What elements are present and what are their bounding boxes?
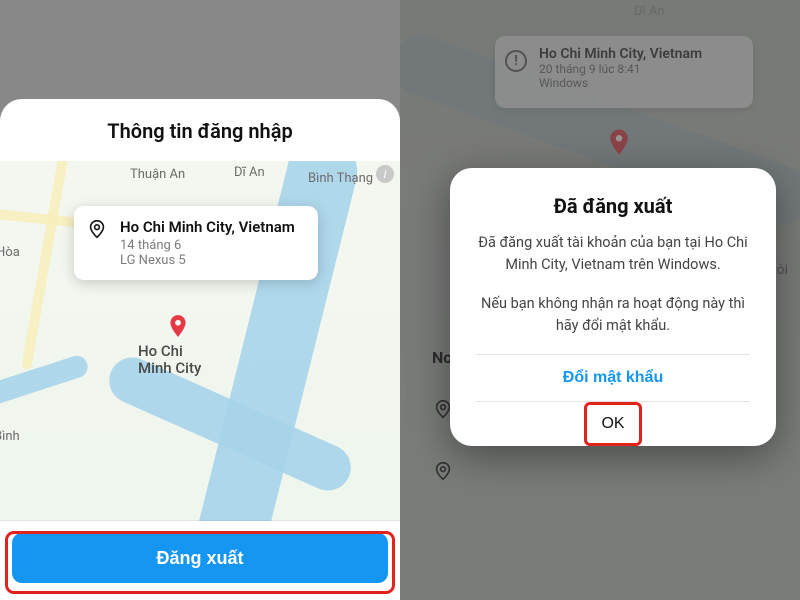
modal-actions: OK xyxy=(476,401,750,446)
map-label-hoa: Hòa xyxy=(0,245,20,260)
map-label-thuan-an: Thuận An xyxy=(130,167,185,182)
right-screenshot: Dĩ An ! Ho Chi Minh City, Vietnam 20 thá… xyxy=(400,0,800,600)
modal-body: Đã đăng xuất tài khoản của bạn tại Ho Ch… xyxy=(476,232,750,338)
highlight-frame: OK xyxy=(584,402,641,446)
ok-button[interactable]: OK xyxy=(587,407,638,441)
modal-paragraph: Nếu bạn không nhận ra hoạt động này thì … xyxy=(476,293,750,338)
map-river xyxy=(0,353,90,411)
map-view[interactable]: Thuận An Dĩ An Bình Thạng Hòa Bình i Ho … xyxy=(0,161,400,521)
map-city-label: Ho Chi Minh City xyxy=(138,343,228,376)
logout-button[interactable]: Đăng xuất xyxy=(12,533,388,583)
login-info-panel: Thông tin đăng nhập Thuận An Dĩ An Bình … xyxy=(0,99,400,600)
change-password-button[interactable]: Đổi mật khẩu xyxy=(476,354,750,401)
session-device: LG Nexus 5 xyxy=(120,253,306,268)
map-label-binh-thang: Bình Thạng xyxy=(308,171,373,186)
left-screenshot: Thông tin đăng nhập Thuận An Dĩ An Bình … xyxy=(0,0,400,600)
panel-footer: Đăng xuất xyxy=(0,521,400,600)
map-road xyxy=(21,161,69,370)
modal-title: Đã đăng xuất xyxy=(476,194,750,218)
session-card[interactable]: Ho Chi Minh City, Vietnam 14 tháng 6 LG … xyxy=(74,206,318,280)
session-date: 14 tháng 6 xyxy=(120,238,306,253)
logout-confirmation-modal: Đã đăng xuất Đã đăng xuất tài khoản của … xyxy=(450,168,776,446)
location-pin-icon xyxy=(86,218,108,240)
session-location: Ho Chi Minh City, Vietnam xyxy=(120,218,306,236)
map-pin-icon xyxy=(165,313,191,339)
modal-paragraph: Đã đăng xuất tài khoản của bạn tại Ho Ch… xyxy=(476,232,750,277)
map-label-binh: Bình xyxy=(0,429,20,444)
dim-overlay-top xyxy=(0,0,400,99)
location-pin-icon xyxy=(432,460,454,482)
panel-title: Thông tin đăng nhập xyxy=(0,99,400,157)
map-label-di-an: Dĩ An xyxy=(234,165,265,180)
info-icon[interactable]: i xyxy=(376,165,394,183)
